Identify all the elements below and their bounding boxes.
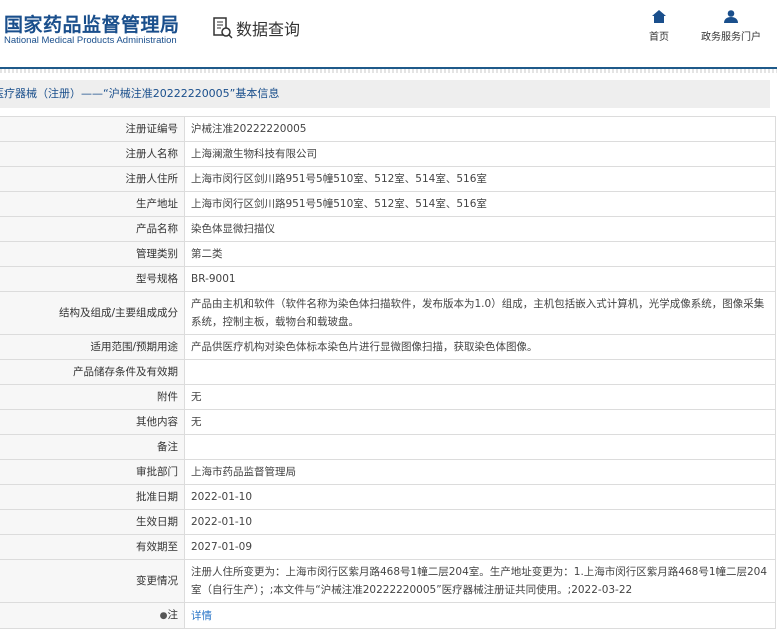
row-label: 附件 xyxy=(0,384,185,410)
table-row: 审批部门 上海市药品监督管理局 xyxy=(0,459,776,485)
row-label: 注册人住所 xyxy=(0,166,185,192)
row-label: 注册证编号 xyxy=(0,116,185,142)
row-value: 2022-01-10 xyxy=(184,484,776,510)
row-value: 上海市闵行区剑川路951号5幢510室、512室、514室、516室 xyxy=(184,166,776,192)
row-value: 无 xyxy=(184,384,776,410)
row-label: 产品储存条件及有效期 xyxy=(0,359,185,385)
row-label: 适用范围/预期用途 xyxy=(0,334,185,360)
table-row: 附件无 xyxy=(0,384,776,410)
nav-service-portal[interactable]: 政务服务门户 xyxy=(701,10,761,43)
document-search-icon xyxy=(213,17,233,39)
row-label: 备注 xyxy=(0,434,185,460)
row-value: 染色体显微扫描仪 xyxy=(184,216,776,242)
row-label: 注册人名称 xyxy=(0,141,185,167)
table-row: 注册人住所 上海市闵行区剑川路951号5幢510室、512室、514室、516室 xyxy=(0,166,776,192)
detail-table: 注册证编号 沪械注准20222220005 注册人名称 上海澜澈生物科技有限公司 注册人… xyxy=(0,116,776,629)
table-row: 适用范围/预期用途 产品供医疗机构对染色体标本染色片进行显微图像扫描，获取染色体图… xyxy=(0,334,776,360)
row-label: 管理类别 xyxy=(0,241,185,267)
table-row: 备注 xyxy=(0,434,776,460)
logo-title[interactable]: 国家药品监督管理局 xyxy=(4,10,180,37)
row-label: 审批部门 xyxy=(0,459,185,485)
user-icon xyxy=(724,10,738,23)
details-link[interactable]: 详情 xyxy=(191,610,212,622)
table-row: 产品储存条件及有效期 xyxy=(0,359,776,385)
row-label: 有效期至 xyxy=(0,534,185,560)
table-row: 型号规格 BR-9001 xyxy=(0,266,776,292)
table-row: 变更情况 注册人住所变更为：上海市闵行区紫月路468号1幢二层204室。生产地址变… xyxy=(0,559,776,603)
note-label: ●注 xyxy=(0,602,185,629)
row-label: 其他内容 xyxy=(0,409,185,435)
row-value: 上海市药品监督管理局 xyxy=(184,459,776,485)
home-icon xyxy=(652,10,666,23)
table-row: 生效日期 2022-01-10 xyxy=(0,509,776,535)
row-value xyxy=(184,359,776,385)
row-label: 型号规格 xyxy=(0,266,185,292)
header-dashed-divider xyxy=(0,69,777,73)
table-row: 批准日期 2022-01-10 xyxy=(0,484,776,510)
row-value: 无 xyxy=(184,409,776,435)
row-label: 生效日期 xyxy=(0,509,185,535)
location-pin-icon: ● xyxy=(159,611,168,621)
row-value: 产品供医疗机构对染色体标本染色片进行显微图像扫描，获取染色体图像。 xyxy=(184,334,776,360)
row-value: 产品由主机和软件（软件名称为染色体扫描软件，发布版本为1.0）组成，主机包括嵌入… xyxy=(184,291,776,335)
row-label: 变更情况 xyxy=(0,559,185,603)
table-row: 其他内容无 xyxy=(0,409,776,435)
logo-subtitle: National Medical Products Administration xyxy=(4,35,177,46)
row-value: 第二类 xyxy=(184,241,776,267)
site-header: 国家药品监督管理局 National Medical Products Admi… xyxy=(0,0,777,66)
note-row: ●注 详情 xyxy=(0,602,776,629)
row-label: 产品名称 xyxy=(0,216,185,242)
table-row: 生产地址 上海市闵行区剑川路951号5幢510室、512室、514室、516室 xyxy=(0,191,776,217)
row-value: 沪械注准20222220005 xyxy=(184,116,776,142)
row-value: 2022-01-10 xyxy=(184,509,776,535)
row-label: 生产地址 xyxy=(0,191,185,217)
table-row: 注册人名称 上海澜澈生物科技有限公司 xyxy=(0,141,776,167)
breadcrumb: 医疗器械（注册）——“沪械注准20222220005”基本信息 xyxy=(0,80,770,108)
row-value xyxy=(184,434,776,460)
row-label: 批准日期 xyxy=(0,484,185,510)
nav-home[interactable]: 首页 xyxy=(649,10,669,43)
table-row: 结构及组成/主要组成成分 产品由主机和软件（软件名称为染色体扫描软件，发布版本为1… xyxy=(0,291,776,335)
row-value: 上海市闵行区剑川路951号5幢510室、512室、514室、516室 xyxy=(184,191,776,217)
section-title: 数据查询 xyxy=(213,16,300,40)
row-value: BR-9001 xyxy=(184,266,776,292)
row-value: 2027-01-09 xyxy=(184,534,776,560)
table-row: 注册证编号 沪械注准20222220005 xyxy=(0,116,776,142)
table-row: 产品名称 染色体显微扫描仪 xyxy=(0,216,776,242)
row-value: 注册人住所变更为：上海市闵行区紫月路468号1幢二层204室。生产地址变更为：1… xyxy=(184,559,776,603)
table-row: 管理类别 第二类 xyxy=(0,241,776,267)
row-label: 结构及组成/主要组成成分 xyxy=(0,291,185,335)
row-value: 上海澜澈生物科技有限公司 xyxy=(184,141,776,167)
table-row: 有效期至 2027-01-09 xyxy=(0,534,776,560)
